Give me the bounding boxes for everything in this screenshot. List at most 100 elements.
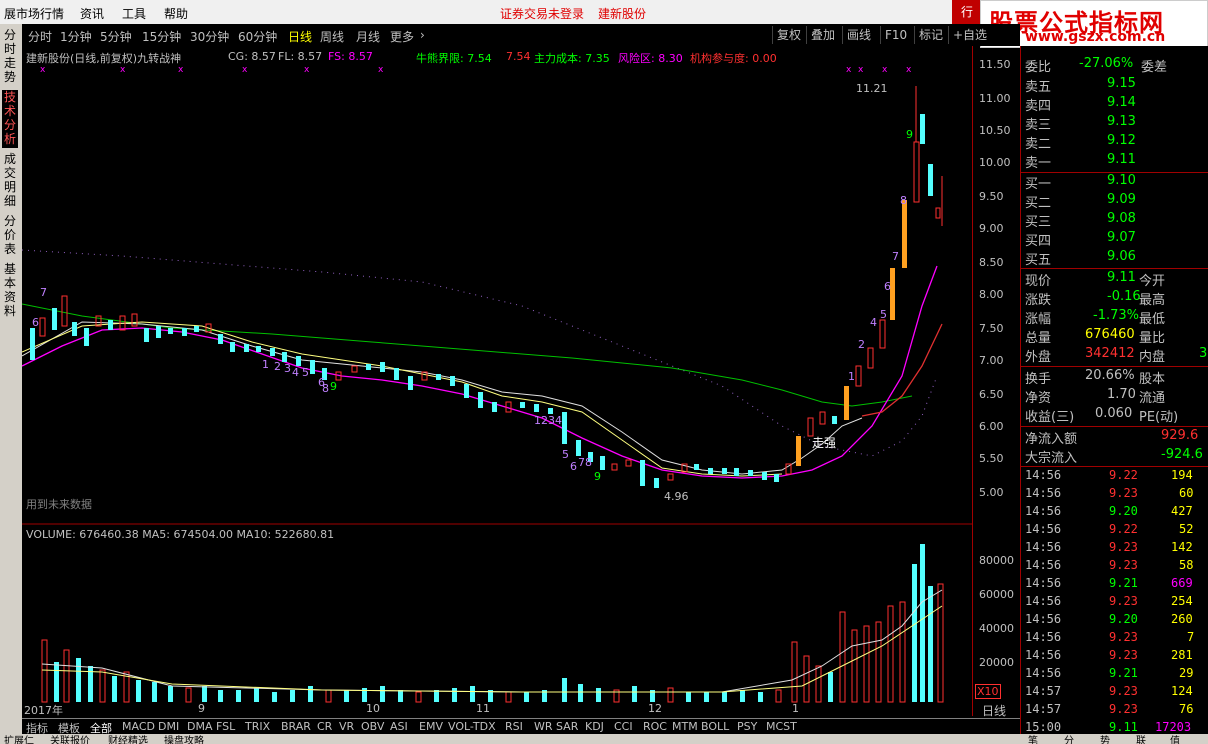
nav-tech[interactable]: 技术分析 — [2, 90, 18, 148]
indicator-tab-10[interactable]: VR — [339, 720, 354, 733]
bottom-right-tab[interactable]: 笔 — [1028, 734, 1038, 744]
bottom-right-tab[interactable]: 势 — [1100, 734, 1110, 744]
tab-30min[interactable]: 30分钟 — [190, 28, 229, 45]
candle — [722, 468, 727, 474]
tick-time: 15:00 — [1025, 720, 1062, 734]
vol-bar — [470, 686, 475, 702]
tab-60min[interactable]: 60分钟 — [238, 28, 277, 45]
candle — [380, 362, 385, 372]
indicator-tab-15[interactable]: RSI — [505, 720, 523, 733]
menu-help[interactable]: 帮助 — [164, 5, 188, 22]
indicator-tab-13[interactable]: EMV — [419, 720, 443, 733]
tab-daily[interactable]: 日线 — [288, 28, 312, 45]
tab-5min[interactable]: 5分钟 — [100, 28, 132, 45]
tick-row: 14:56 9.20 260 — [1025, 612, 1205, 630]
candle — [855, 365, 862, 387]
tick-row: 14:56 9.22 52 — [1025, 522, 1205, 540]
vol-bar — [452, 688, 457, 702]
bottom-tab[interactable]: 扩展仁 — [4, 734, 34, 744]
tick-list[interactable]: 14:56 9.22 194 14:56 9.23 60 14:56 9.20 427 14:56… — [1025, 468, 1205, 738]
tab-15min[interactable]: 15分钟 — [142, 28, 181, 45]
flow-value: 929.6 — [1161, 428, 1199, 443]
add-watch-button[interactable]: +自选 — [948, 26, 991, 44]
stock-title: 建新股份 — [598, 7, 647, 21]
bottom-tab[interactable]: 关联报价 — [50, 734, 90, 744]
fuquan-button[interactable]: 复权 — [772, 26, 805, 44]
indicator-tab-19[interactable]: CCI — [614, 720, 633, 733]
nav-basic[interactable]: 基本资料 — [2, 262, 18, 320]
nav-price[interactable]: 分价表 — [2, 214, 18, 258]
candle — [61, 295, 68, 327]
tab-monthly[interactable]: 月线 — [356, 28, 380, 45]
f10-button[interactable]: F10 — [880, 26, 911, 44]
bottom-tab[interactable]: 操盘攻略 — [164, 734, 204, 744]
kline-chart[interactable]: 建新股份(日线,前复权)九转战神 CG: 8.57 FL: 8.57 FS: 8… — [22, 46, 972, 717]
indicator-tab-22[interactable]: BOLL — [701, 720, 729, 733]
topright-button[interactable]: 行 — [952, 0, 982, 24]
candle — [218, 334, 223, 344]
tick-volume: 29 — [1179, 666, 1194, 680]
tick-row: 14:56 9.23 254 — [1025, 594, 1205, 612]
indicator-tab-5[interactable]: DMA — [187, 720, 213, 733]
volume-tick: 80000 — [979, 554, 1014, 567]
nav-detail[interactable]: 成交明细 — [2, 152, 18, 210]
indicator-tab-9[interactable]: CR — [317, 720, 332, 733]
bottom-right-tab[interactable]: 分 — [1064, 734, 1074, 744]
indicator-tab-4[interactable]: DMI — [158, 720, 179, 733]
candle — [694, 464, 699, 470]
ask-label: 卖三 — [1025, 118, 1052, 133]
tick-time: 14:56 — [1025, 504, 1062, 518]
mark-button[interactable]: 标记 — [914, 26, 947, 44]
nav-fenshi[interactable]: 分时走势 — [2, 28, 18, 86]
indicator-tab-21[interactable]: MTM — [672, 720, 698, 733]
indicator-tab-24[interactable]: MCST — [766, 720, 797, 733]
candle — [108, 320, 113, 330]
bottom-right-tab[interactable]: 联 — [1136, 734, 1146, 744]
stat-label-2: 流通 — [1139, 391, 1166, 406]
login-status[interactable]: 证券交易未登录 — [500, 5, 584, 22]
indicator-tab-18[interactable]: KDJ — [585, 720, 604, 733]
indicator-tab-7[interactable]: TRIX — [245, 720, 270, 733]
menu-news[interactable]: 资讯 — [80, 5, 104, 22]
high-marker: 11.21 — [856, 82, 888, 95]
flow-label: 大宗流入 — [1025, 451, 1078, 466]
more-arrow-icon[interactable]: › — [420, 28, 425, 42]
tick-volume: 17203 — [1155, 720, 1192, 734]
indicator-tab-23[interactable]: PSY — [737, 720, 757, 733]
vol-bar — [828, 672, 833, 702]
tick-volume: 52 — [1179, 522, 1194, 536]
indicator-tab-17[interactable]: SAR — [556, 720, 578, 733]
bid-label: 买三 — [1025, 215, 1052, 230]
vol-bar — [937, 583, 944, 703]
menu-tools[interactable]: 工具 — [122, 5, 146, 22]
indicator-tab-16[interactable]: WR — [534, 720, 553, 733]
candle — [708, 468, 713, 474]
menu-market[interactable]: 展市场行情 — [4, 5, 64, 22]
tick-price: 9.20 — [1109, 504, 1138, 518]
vol-bar — [667, 687, 674, 703]
tab-1min[interactable]: 1分钟 — [60, 28, 92, 45]
overlay-button[interactable]: 叠加 — [806, 26, 839, 44]
vol-bar — [434, 690, 439, 702]
candle — [30, 328, 35, 360]
tab-weekly[interactable]: 周线 — [320, 28, 344, 45]
vol-bar — [185, 687, 192, 703]
indicator-tab-20[interactable]: ROC — [643, 720, 667, 733]
month-label: 11 — [476, 702, 490, 715]
weibi-value: -27.06% — [1079, 56, 1134, 71]
indicator-tab-3[interactable]: MACD — [122, 720, 155, 733]
bottom-right-tab[interactable]: 值 — [1170, 734, 1180, 744]
indicator-tab-11[interactable]: OBV — [361, 720, 384, 733]
indicator-tab-14[interactable]: VOL-TDX — [448, 720, 496, 733]
indicator-tab-8[interactable]: BRAR — [281, 720, 311, 733]
bottom-tab[interactable]: 财经精选 — [108, 734, 148, 744]
bid-row: 买五 9.06 — [1025, 249, 1205, 268]
flow-value: -924.6 — [1161, 447, 1203, 462]
draw-line-button[interactable]: 画线 — [842, 26, 875, 44]
period-label[interactable]: 日线 — [982, 702, 1006, 719]
indicator-tab-6[interactable]: FSL — [216, 720, 235, 733]
tab-fenshi[interactable]: 分时 — [28, 28, 52, 45]
indicator-tab-12[interactable]: ASI — [390, 720, 408, 733]
tab-more[interactable]: 更多 — [390, 28, 414, 45]
stat-value: 342412 — [1085, 346, 1135, 361]
